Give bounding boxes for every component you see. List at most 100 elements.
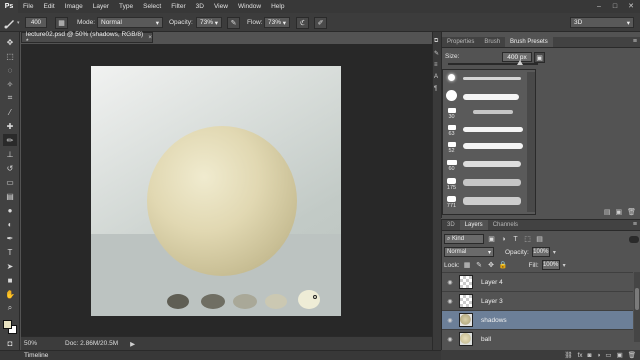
fill-field[interactable]: 100% bbox=[541, 260, 560, 270]
brush-preset-item[interactable] bbox=[445, 74, 458, 82]
zoom-tool-icon[interactable]: ⌕ bbox=[3, 302, 17, 314]
tab-brush[interactable]: Brush bbox=[479, 37, 505, 47]
flow-field[interactable]: 73% ▾ bbox=[264, 17, 290, 28]
brush-preset-item[interactable]: 52 bbox=[445, 142, 458, 154]
quick-mask-icon[interactable]: ◘ bbox=[3, 337, 17, 349]
tab-3d[interactable]: 3D bbox=[442, 220, 460, 230]
visibility-eye-icon[interactable]: ◉ bbox=[445, 279, 455, 286]
delete-brush-icon[interactable]: 🗑 bbox=[627, 208, 636, 216]
dodge-tool-icon[interactable]: ◐ bbox=[3, 218, 17, 230]
layer-row[interactable]: ◉ ball bbox=[442, 329, 633, 348]
marquee-tool-icon[interactable]: ⬚ bbox=[3, 50, 17, 62]
eyedropper-tool-icon[interactable]: ⁄ bbox=[3, 106, 17, 118]
layer-row[interactable]: ◉ shadows bbox=[442, 310, 633, 329]
rectangle-tool-icon[interactable]: ■ bbox=[3, 274, 17, 286]
history-brush-tool-icon[interactable]: ↺ bbox=[3, 162, 17, 174]
chevron-down-icon[interactable]: ▾ bbox=[563, 262, 566, 269]
menu-edit[interactable]: Edit bbox=[38, 3, 59, 10]
brush-size-value[interactable]: 400 bbox=[25, 17, 47, 28]
paragraph-panel-icon[interactable]: ¶ bbox=[434, 86, 437, 92]
brush-preset-item[interactable]: 60 bbox=[445, 160, 458, 172]
airbrush-icon[interactable]: ℭ bbox=[296, 16, 309, 29]
layers-panel-menu-icon[interactable]: ≡ bbox=[633, 221, 637, 228]
foreground-color-swatch[interactable] bbox=[3, 320, 12, 329]
tab-channels[interactable]: Channels bbox=[488, 220, 523, 230]
eraser-tool-icon[interactable]: ▭ bbox=[3, 176, 17, 188]
brush-list-scrollbar[interactable] bbox=[527, 72, 535, 212]
brush-size-slider-handle[interactable] bbox=[517, 60, 523, 65]
toggle-brush-panel-icon[interactable]: ▤ bbox=[604, 208, 611, 216]
filter-smart-object-icon[interactable]: ▤ bbox=[535, 235, 544, 243]
close-window-button[interactable]: ✕ bbox=[624, 1, 638, 11]
brush-preset-item[interactable]: 175 bbox=[445, 178, 458, 191]
brush-preset-item[interactable]: 63 bbox=[445, 125, 458, 137]
layer-row[interactable]: ◉ Layer 3 bbox=[442, 291, 633, 310]
path-selection-tool-icon[interactable]: ➤ bbox=[3, 260, 17, 272]
lasso-tool-icon[interactable]: ◌ bbox=[3, 64, 17, 76]
delete-layer-icon[interactable]: 🗑 bbox=[628, 351, 636, 359]
filter-type-icon[interactable]: T bbox=[511, 236, 520, 243]
brush-panel-toggle-icon[interactable]: ▦ bbox=[55, 16, 68, 29]
quick-select-tool-icon[interactable]: ✧ bbox=[3, 78, 17, 90]
filter-adjustment-icon[interactable]: ◑ bbox=[499, 236, 508, 243]
brush-preset-item[interactable] bbox=[445, 90, 458, 102]
zoom-level[interactable]: 50% bbox=[21, 340, 51, 347]
adjustment-layer-icon[interactable]: ◑ bbox=[596, 352, 600, 359]
filter-pixel-icon[interactable]: ▣ bbox=[487, 235, 496, 243]
tab-layers[interactable]: Layers bbox=[459, 220, 488, 230]
menu-file[interactable]: File bbox=[18, 3, 38, 10]
tab-properties[interactable]: Properties bbox=[442, 37, 479, 47]
pressure-size-icon[interactable]: ✐ bbox=[314, 16, 327, 29]
hand-tool-icon[interactable]: ✋ bbox=[3, 288, 17, 300]
brush-size-picker[interactable]: 400 bbox=[25, 16, 47, 29]
layer-filter-kind-dropdown[interactable]: ⌕ Kind bbox=[444, 234, 484, 244]
layer-row[interactable]: ◉ Layer 4 bbox=[442, 272, 633, 291]
minimize-button[interactable]: – bbox=[592, 1, 606, 11]
chevron-down-icon[interactable]: ▾ bbox=[553, 249, 556, 256]
character-panel-icon[interactable]: A bbox=[434, 74, 438, 80]
pen-tool-icon[interactable]: ✒ bbox=[3, 232, 17, 244]
filter-toggle[interactable] bbox=[629, 235, 639, 243]
visibility-eye-icon[interactable]: ◉ bbox=[445, 317, 455, 324]
tab-brush-presets[interactable]: Brush Presets bbox=[505, 37, 553, 47]
crop-tool-icon[interactable]: ⌗ bbox=[3, 92, 17, 104]
menu-filter[interactable]: Filter bbox=[166, 3, 190, 10]
brush-tool-preset-picker[interactable]: ▾ bbox=[3, 16, 20, 29]
menu-layer[interactable]: Layer bbox=[88, 3, 114, 10]
filter-shape-icon[interactable]: ⬚ bbox=[523, 235, 532, 243]
create-new-preset-icon[interactable]: ▣ bbox=[534, 52, 545, 63]
mode-dropdown[interactable]: Normal ▾ bbox=[97, 17, 163, 28]
menu-image[interactable]: Image bbox=[60, 3, 88, 10]
visibility-eye-icon[interactable]: ◉ bbox=[445, 298, 455, 305]
workspace-dropdown[interactable]: 3D ▾ bbox=[570, 17, 634, 28]
status-menu-arrow-icon[interactable]: ▶ bbox=[130, 340, 135, 348]
new-layer-icon[interactable]: ▣ bbox=[617, 351, 623, 359]
layer-style-icon[interactable]: fx bbox=[577, 352, 582, 359]
opacity-field[interactable]: 73% ▾ bbox=[196, 17, 222, 28]
new-preset-icon[interactable]: ▣ bbox=[615, 208, 622, 216]
layers-scrollbar-thumb[interactable] bbox=[635, 288, 639, 310]
blend-mode-dropdown[interactable]: Normal ▾ bbox=[444, 247, 494, 257]
visibility-eye-icon[interactable]: ◉ bbox=[445, 336, 455, 343]
menu-type[interactable]: Type bbox=[114, 3, 138, 10]
layers-scrollbar[interactable] bbox=[634, 272, 640, 342]
menu-window[interactable]: Window bbox=[233, 3, 266, 10]
gradient-tool-icon[interactable]: ▤ bbox=[3, 190, 17, 202]
brush-tool-icon[interactable]: ✏ bbox=[3, 134, 17, 146]
link-layers-icon[interactable]: ⛓ bbox=[564, 351, 572, 359]
maximize-button[interactable]: □ bbox=[608, 1, 622, 11]
panel-menu-icon[interactable]: ≡ bbox=[633, 38, 637, 45]
healing-brush-tool-icon[interactable]: ✚ bbox=[3, 120, 17, 132]
add-mask-icon[interactable]: ◙ bbox=[588, 352, 592, 359]
new-group-icon[interactable]: ▭ bbox=[605, 351, 611, 359]
lock-all-icon[interactable]: 🔒 bbox=[499, 261, 508, 269]
brush-size-slider[interactable] bbox=[448, 63, 538, 65]
history-panel-icon[interactable]: ⧉ bbox=[434, 38, 438, 45]
close-document-icon[interactable]: × bbox=[148, 34, 152, 41]
menu-view[interactable]: View bbox=[209, 3, 233, 10]
brush-preset-item[interactable]: 30 bbox=[445, 108, 458, 120]
lock-image-icon[interactable]: ✎ bbox=[475, 261, 484, 269]
menu-help[interactable]: Help bbox=[266, 3, 289, 10]
document-canvas[interactable] bbox=[91, 66, 341, 316]
menu-3d[interactable]: 3D bbox=[191, 3, 209, 10]
